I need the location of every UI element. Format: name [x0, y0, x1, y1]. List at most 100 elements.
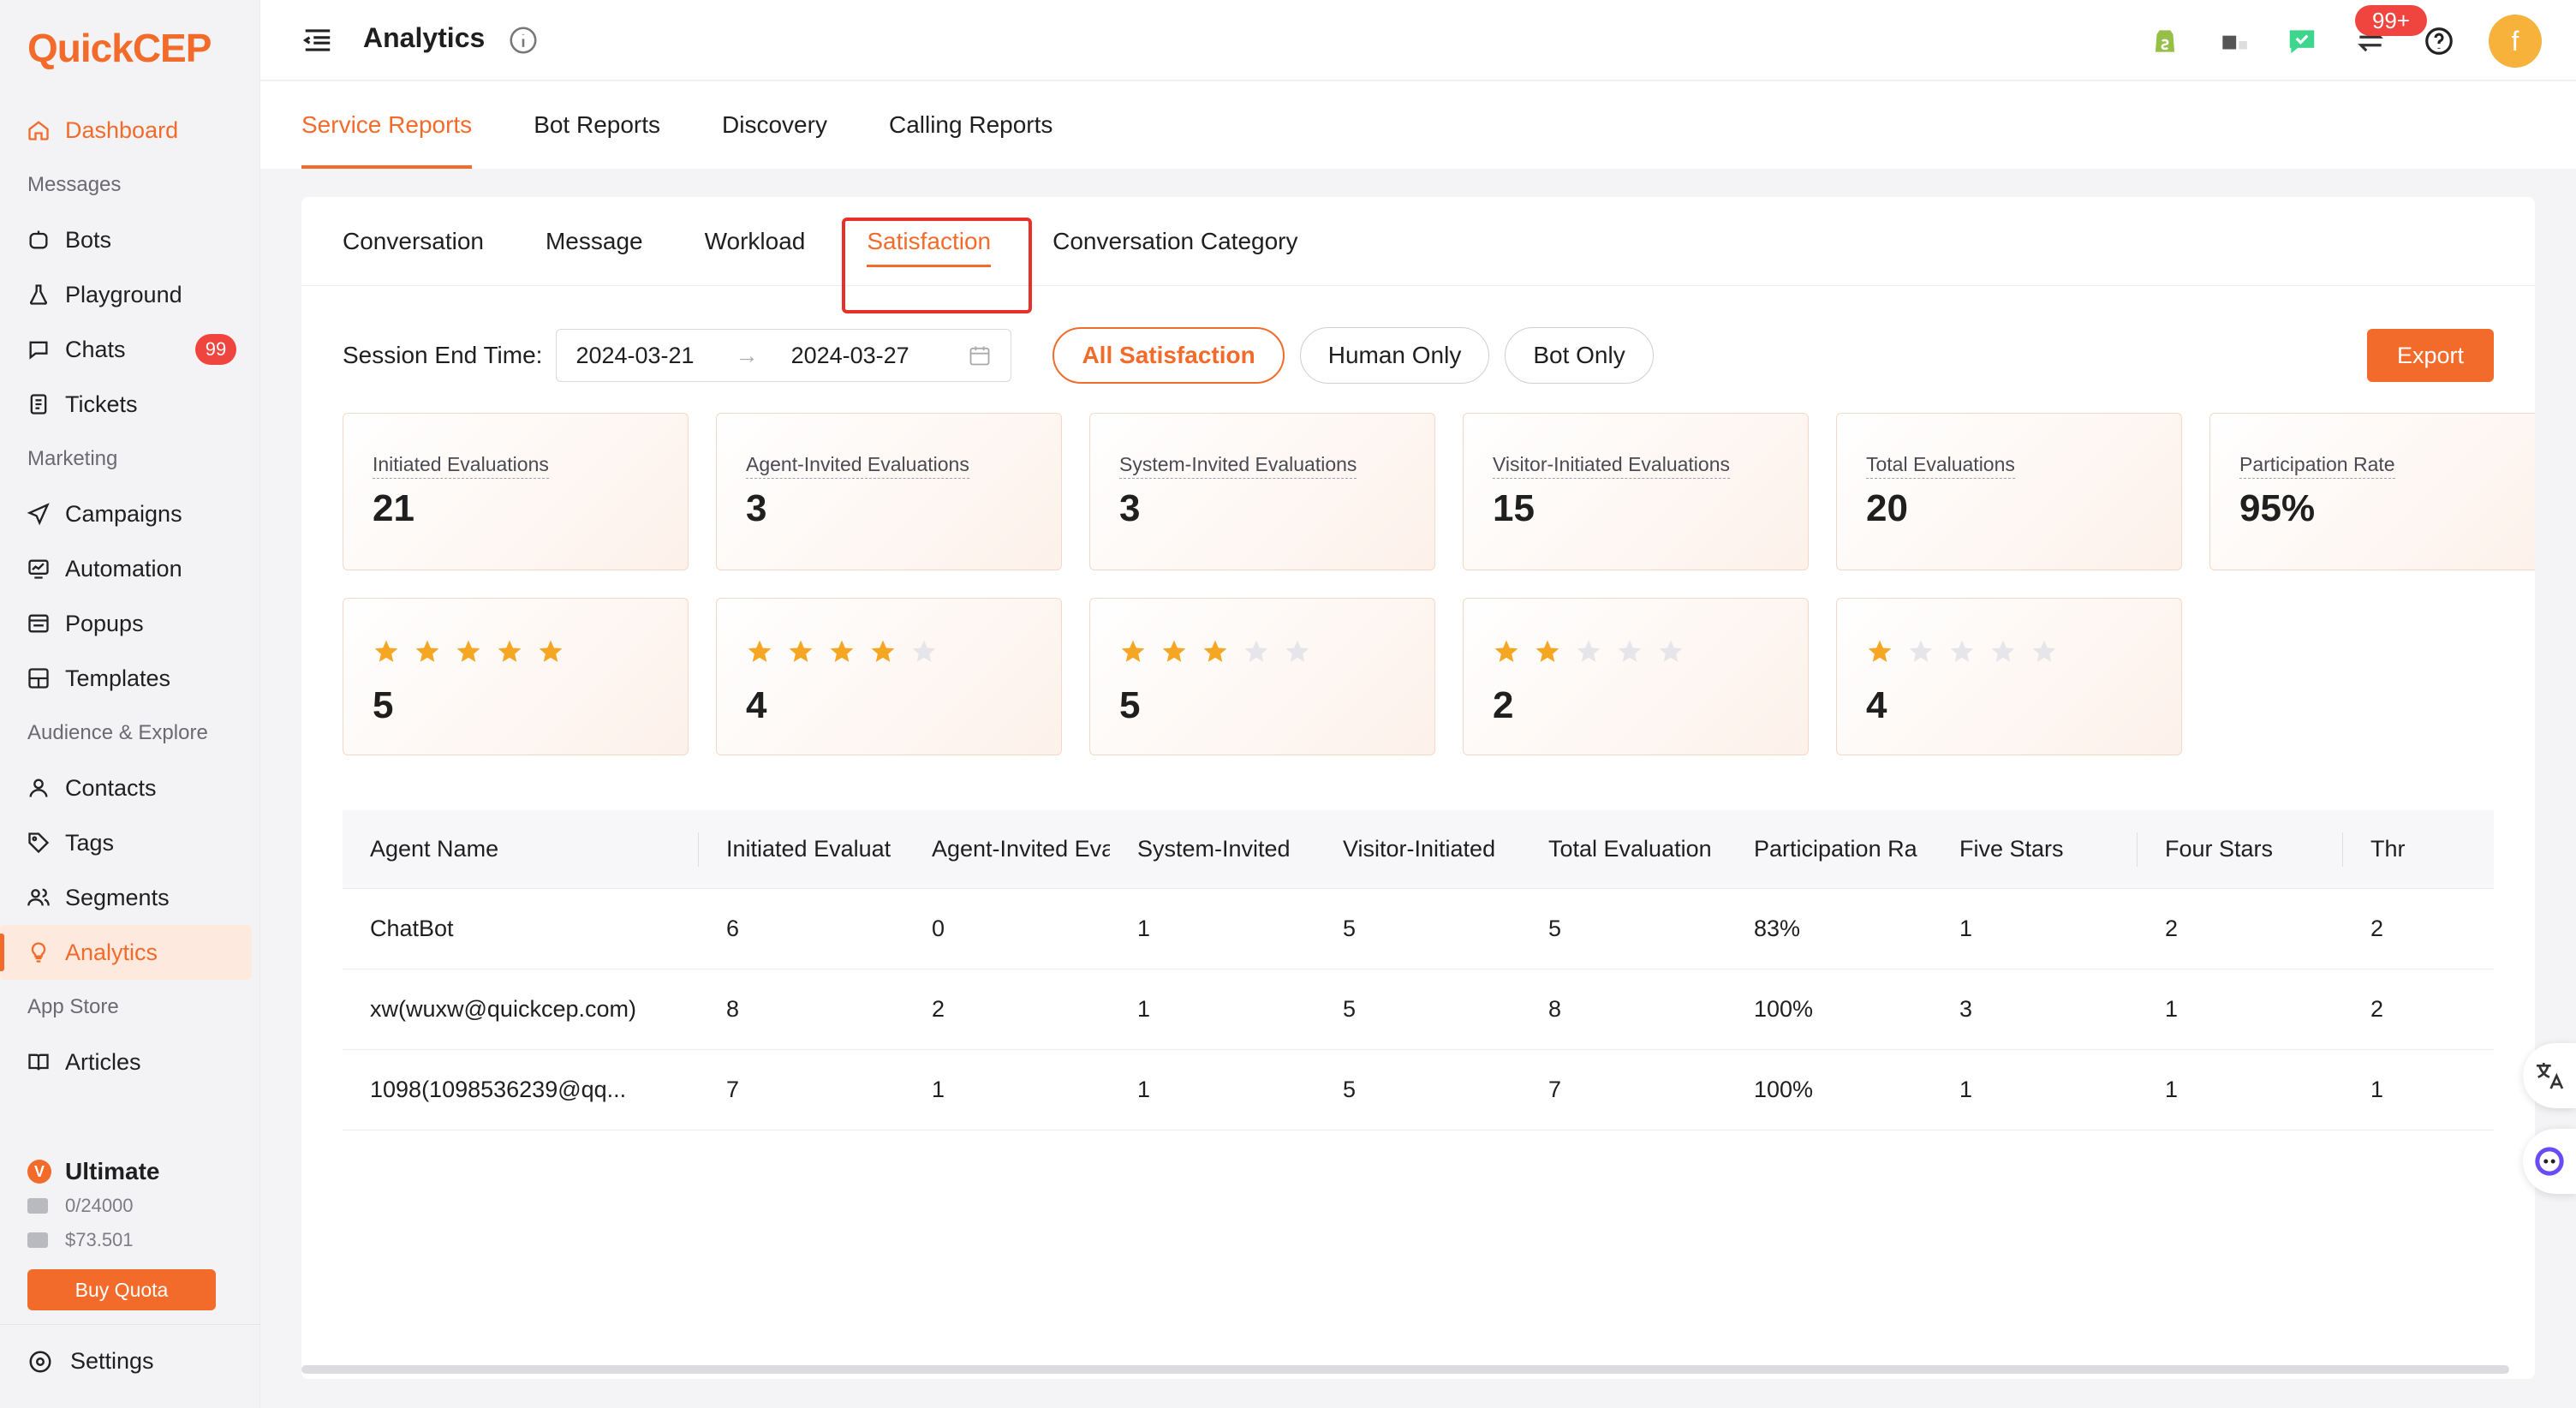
calendar-icon[interactable]: [968, 343, 992, 367]
star-empty-icon: [1991, 640, 2015, 662]
column-header[interactable]: Five Stars: [1932, 826, 2138, 874]
nav-group-title: Audience & Explore: [27, 721, 208, 744]
table-cell: 2: [2370, 996, 2384, 1022]
table-cell: 5: [1343, 1077, 1357, 1102]
sidebar-item-playground[interactable]: Playground: [0, 267, 252, 322]
star-filled-icon: [415, 640, 439, 662]
filter-row: Session End Time: 2024-03-21 → 2024-03-2…: [343, 327, 2494, 384]
star-count-value: 2: [1493, 684, 1514, 726]
sidebar-item-tickets[interactable]: Tickets: [0, 377, 252, 432]
message-quota: 0/24000: [27, 1189, 233, 1223]
sub-tabs: Conversation Message Workload Satisfacti…: [301, 197, 2535, 286]
star-filled-icon: [830, 640, 854, 662]
bot-only-button[interactable]: Bot Only: [1505, 327, 1654, 384]
all-satisfaction-button[interactable]: All Satisfaction: [1052, 327, 1285, 384]
stat-value: 3: [1119, 487, 1141, 529]
sidebar-item-label: Segments: [65, 884, 170, 910]
column-header[interactable]: Total Evaluation: [1521, 826, 1726, 874]
playground-icon: [26, 282, 51, 307]
nav-group-title: App Store: [27, 995, 119, 1018]
help-icon[interactable]: [2420, 22, 2458, 60]
sidebar-item-contacts[interactable]: Contacts: [0, 761, 252, 815]
star-rating: [1493, 638, 1780, 665]
column-header[interactable]: Initiated Evaluat: [699, 826, 904, 874]
star-filled-icon: [789, 640, 813, 662]
star-rating: [373, 638, 660, 665]
sidebar-item-chats[interactable]: Chats 99: [0, 322, 252, 377]
tab-conversation[interactable]: Conversation: [343, 197, 484, 286]
star-filled-icon: [1494, 640, 1518, 662]
sidebar-item-automation[interactable]: Automation: [0, 541, 252, 596]
sidebar-item-label: Popups: [65, 610, 144, 636]
table-cell: ChatBot: [370, 916, 454, 941]
tab-message[interactable]: Message: [546, 197, 643, 286]
date-range-picker[interactable]: 2024-03-21 → 2024-03-27: [556, 329, 1012, 382]
human-only-button[interactable]: Human Only: [1299, 327, 1490, 384]
star-filled-icon: [539, 640, 563, 662]
stat-label: Initiated Evaluations: [373, 453, 549, 479]
stat-value: 3: [746, 487, 767, 529]
column-header[interactable]: Four Stars: [2138, 826, 2343, 874]
info-icon[interactable]: [507, 24, 540, 57]
sidebar-item-segments[interactable]: Segments: [0, 870, 252, 925]
star-count-value: 4: [1866, 684, 1887, 726]
sidebar-item-articles[interactable]: Articles: [0, 1035, 252, 1089]
sidebar-item-label: Contacts: [65, 774, 157, 801]
sidebar-item-tags[interactable]: Tags: [0, 815, 252, 870]
sidebar-item-bots[interactable]: Bots: [0, 212, 252, 267]
sidebar-item-templates[interactable]: Templates: [0, 651, 252, 706]
switch-icon[interactable]: 99+: [2352, 5, 2427, 60]
table-cell: 0: [932, 916, 945, 941]
sidebar-nav: Dashboard Messages Bots Playground Chats…: [0, 103, 260, 1089]
balance-value: $73.501: [65, 1229, 134, 1250]
table-cell: 1: [1137, 1077, 1151, 1102]
popup-icon: [26, 611, 51, 636]
export-button[interactable]: Export: [2367, 329, 2494, 382]
column-header[interactable]: System-Invited: [1110, 826, 1315, 874]
sidebar-item-analytics[interactable]: Analytics: [0, 925, 252, 980]
store-icon[interactable]: [2215, 22, 2252, 60]
table-cell: 8: [1548, 996, 1562, 1022]
nav-group-title: Messages: [27, 173, 122, 196]
segment-icon: [26, 885, 51, 910]
menu-collapse-icon[interactable]: [301, 24, 334, 57]
tab-bot-reports[interactable]: Bot Reports: [534, 81, 660, 169]
star-empty-icon: [912, 640, 936, 662]
bot-icon: [26, 227, 51, 253]
tab-discovery[interactable]: Discovery: [722, 81, 827, 169]
shopify-icon[interactable]: [2146, 22, 2184, 60]
plan-panel: V Ultimate 0/24000 $73.501 Buy Quota: [27, 1154, 233, 1310]
sidebar-item-popups[interactable]: Popups: [0, 596, 252, 651]
sidebar-item-dashboard[interactable]: Dashboard: [0, 103, 252, 158]
end-date[interactable]: 2024-03-27: [791, 343, 909, 369]
table-cell: 100%: [1754, 1077, 1814, 1102]
column-header[interactable]: Participation Ra: [1726, 826, 1932, 874]
tab-workload[interactable]: Workload: [705, 197, 806, 286]
sidebar-item-label: Templates: [65, 665, 171, 691]
sidebar-item-settings[interactable]: Settings: [27, 1348, 154, 1375]
column-header[interactable]: Visitor-Initiated: [1315, 826, 1521, 874]
tab-service-reports[interactable]: Service Reports: [301, 81, 473, 169]
star-card-five: 5: [343, 598, 689, 755]
column-header[interactable]: Agent Name: [343, 826, 699, 874]
message-check-icon[interactable]: [2283, 22, 2321, 60]
sidebar-item-label: Playground: [65, 281, 182, 307]
tab-calling-reports[interactable]: Calling Reports: [889, 81, 1052, 169]
start-date[interactable]: 2024-03-21: [575, 343, 694, 369]
horizontal-scrollbar[interactable]: [301, 1365, 2509, 1374]
analytics-icon: [26, 940, 51, 965]
sidebar-item-campaigns[interactable]: Campaigns: [0, 486, 252, 541]
quickcep-logo[interactable]: QuickCEP: [27, 22, 212, 74]
sidebar-item-label: Dashboard: [65, 116, 179, 143]
stat-card-agent-invited: Agent-Invited Evaluations 3: [716, 413, 1062, 570]
column-header[interactable]: Agent-Invited Evaluation: [904, 826, 1110, 874]
user-avatar[interactable]: f: [2489, 15, 2542, 68]
star-empty-icon: [2032, 640, 2056, 662]
tab-conversation-category[interactable]: Conversation Category: [1052, 197, 1297, 286]
star-filled-icon: [374, 640, 398, 662]
star-filled-icon: [456, 640, 480, 662]
buy-quota-button[interactable]: Buy Quota: [27, 1269, 216, 1310]
column-header[interactable]: Thr: [2343, 826, 2480, 874]
sidebar-item-label: Analytics: [65, 939, 158, 965]
wallet-icon: [27, 1232, 48, 1248]
